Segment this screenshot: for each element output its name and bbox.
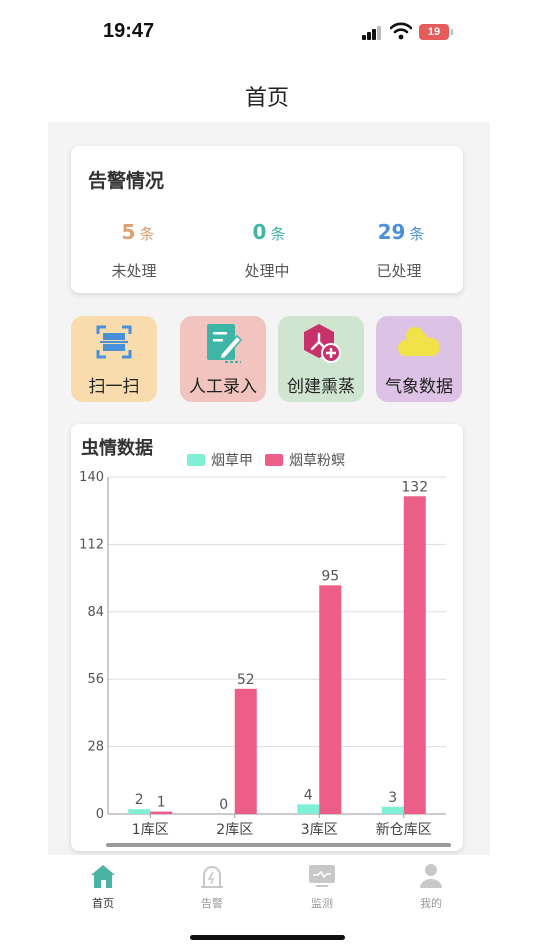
y-tick-label: 28	[87, 740, 104, 755]
stat-processing[interactable]: 0条	[209, 220, 329, 244]
x-tick-label: 3库区	[301, 822, 338, 838]
x-tick-label: 新仓库区	[376, 822, 432, 838]
monitor-icon	[309, 865, 335, 887]
tab-monitor[interactable]: 监测	[287, 863, 357, 911]
data-label: 2	[135, 792, 144, 808]
bar	[381, 806, 404, 814]
stat-unit: 条	[139, 225, 155, 243]
tab-label: 首页	[92, 897, 114, 910]
x-tick-label: 2库区	[216, 822, 253, 838]
tile-label: 人工录入	[189, 377, 257, 397]
data-label: 95	[321, 568, 339, 584]
bar	[128, 809, 151, 814]
home-icon	[91, 865, 115, 888]
edit-document-icon	[207, 324, 243, 363]
tile-create-fumigation[interactable]: 创建熏蒸	[278, 316, 364, 402]
alarm-card-title: 告警情况	[88, 170, 165, 192]
status-bar: 19:47 19	[0, 0, 534, 62]
page-title: 首页	[244, 86, 289, 111]
battery-level: 19	[427, 26, 441, 38]
x-tick-label: 1库区	[132, 822, 169, 838]
bar-chart: 0 28 56 84 112 140 2 1 1库区 0 52 2库区 4 95 3库区 3 132 新仓库区	[79, 470, 446, 838]
battery-icon: 19	[419, 24, 453, 40]
tile-label: 扫一扫	[88, 377, 140, 397]
stat-label-processed: 已处理	[376, 262, 422, 280]
stat-unit: 条	[270, 225, 286, 243]
data-label: 4	[304, 787, 313, 803]
alarm-icon	[201, 866, 223, 888]
weather-cloud-icon	[397, 327, 440, 356]
tab-home[interactable]: 首页	[68, 863, 138, 911]
data-label: 3	[388, 790, 397, 806]
chart-scrollbar[interactable]	[106, 843, 451, 847]
tile-scan[interactable]: 扫一扫	[71, 316, 157, 402]
fumigation-add-icon	[304, 324, 341, 363]
stat-unit: 条	[409, 225, 425, 243]
bar	[234, 688, 257, 814]
user-icon	[420, 864, 442, 888]
data-label: 1	[157, 795, 166, 811]
tile-manual-entry[interactable]: 人工录入	[180, 316, 266, 402]
pest-data-chart-card: 虫情数据 烟草甲 烟草粉螟 0 28 56 84 112 140 2 1 1库区 0 52 2库区 4 9…	[71, 424, 463, 851]
status-time: 19:47	[103, 20, 155, 42]
stat-unprocessed[interactable]: 5条	[78, 220, 198, 244]
tile-weather-data[interactable]: 气象数据	[376, 316, 462, 402]
data-label: 52	[237, 672, 255, 688]
stat-value: 5	[121, 220, 136, 244]
data-label: 132	[401, 479, 428, 495]
cellular-signal-icon	[362, 26, 384, 40]
bar	[297, 804, 320, 814]
stat-value: 29	[377, 220, 406, 244]
bar	[319, 585, 342, 814]
bar	[150, 811, 173, 814]
tab-label: 告警	[201, 897, 223, 910]
y-tick-label: 140	[79, 470, 104, 485]
data-label: 0	[219, 797, 228, 813]
wifi-icon	[390, 22, 412, 40]
tab-label: 我的	[420, 897, 442, 910]
tile-label: 创建熏蒸	[287, 377, 355, 397]
y-tick-label: 84	[87, 605, 104, 620]
stat-value: 0	[252, 220, 267, 244]
y-tick-label: 56	[87, 672, 104, 687]
tab-profile[interactable]: 我的	[396, 863, 466, 911]
stat-processed[interactable]: 29 条	[341, 220, 461, 244]
bar	[403, 496, 426, 814]
alarm-summary-card[interactable]: 告警情况 5条 未处理 0条 处理中 29 条 已处理	[71, 146, 463, 293]
tile-label: 气象数据	[385, 377, 453, 397]
y-tick-label: 0	[96, 807, 104, 822]
tab-label: 监测	[311, 897, 333, 910]
stat-label-processing: 处理中	[244, 262, 290, 280]
scan-icon	[96, 325, 132, 359]
stat-label-unprocessed: 未处理	[111, 262, 157, 280]
y-tick-label: 112	[79, 537, 104, 552]
tab-alarm[interactable]: 告警	[177, 863, 247, 911]
home-indicator	[190, 935, 345, 940]
